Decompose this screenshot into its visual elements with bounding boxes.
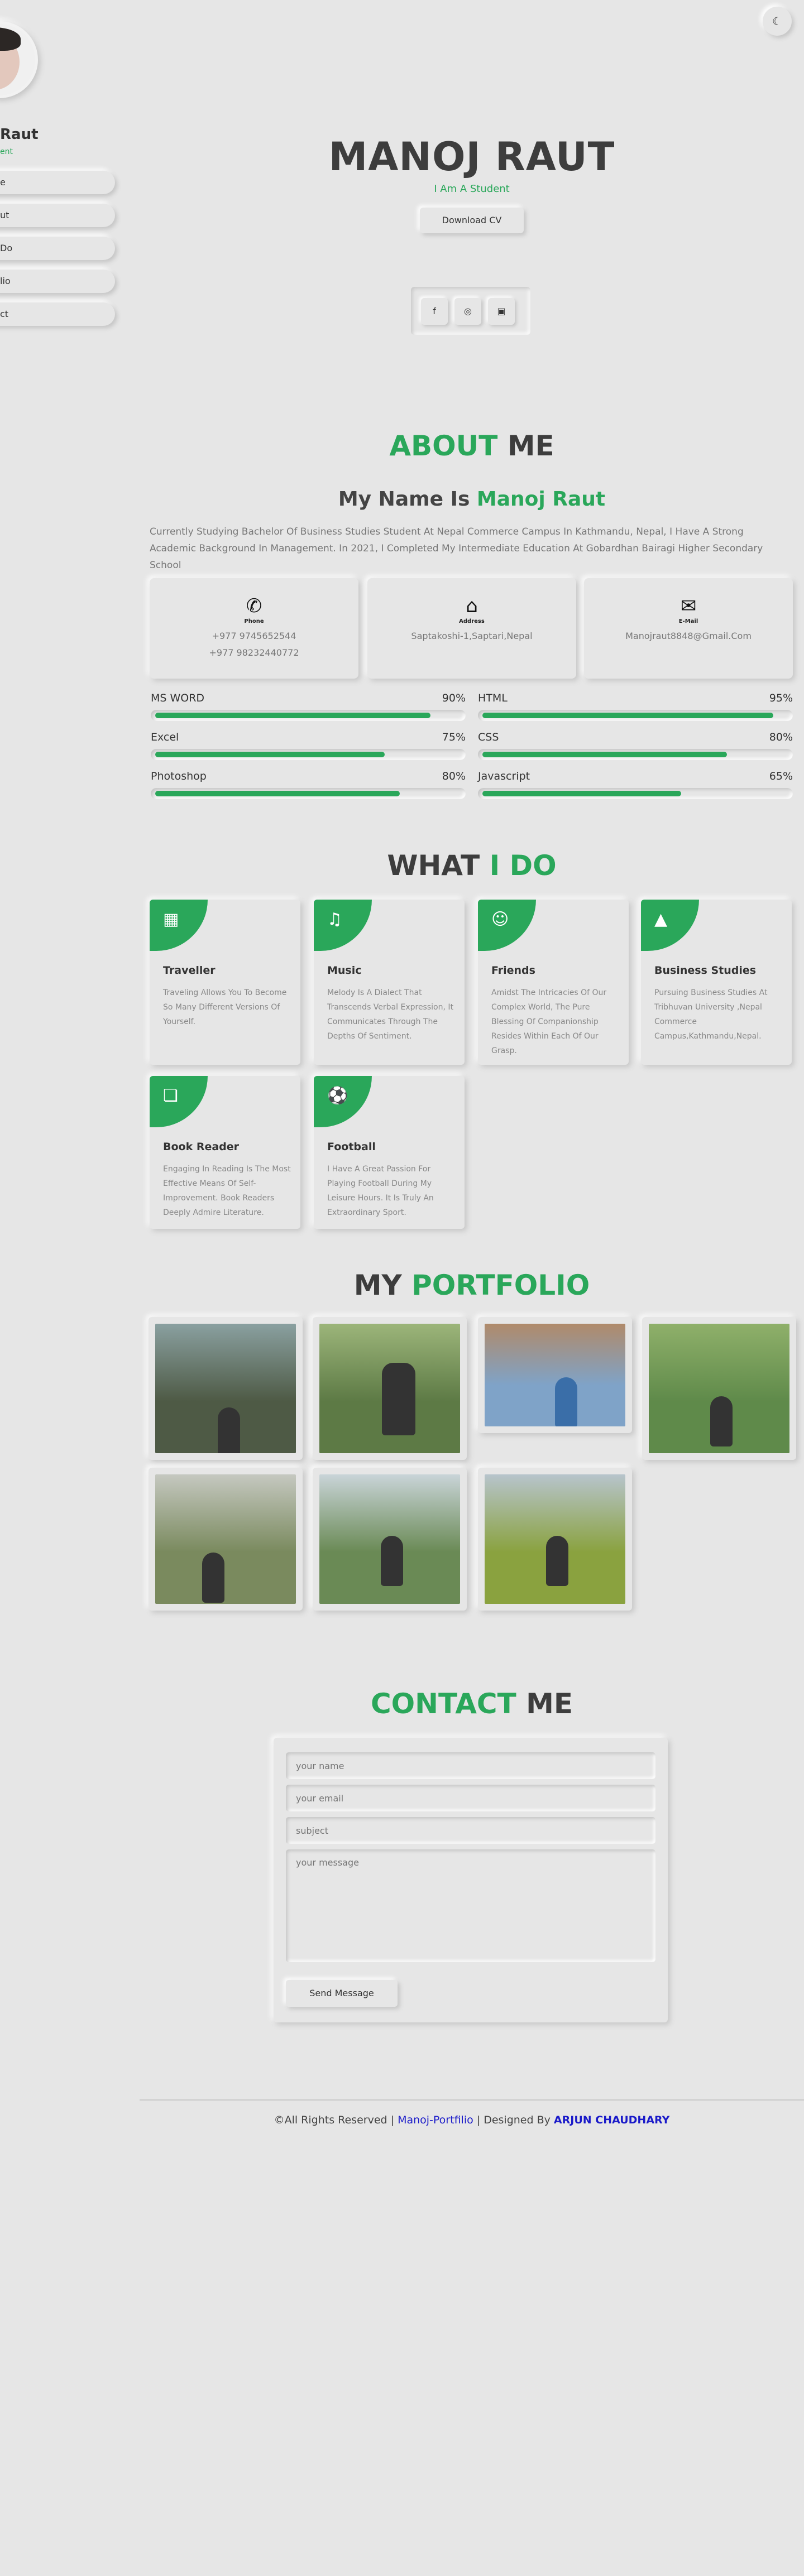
briefcase-icon: ▦ [150,900,208,951]
grass-slope-photo [649,1324,789,1453]
email-label: E-Mail [678,618,698,624]
about-text: Currently Studying Bachelor Of Business … [150,526,763,571]
portfolio-item[interactable] [478,1317,632,1433]
service-card-music: ♫ Music Melody Is A Dialect That Transce… [314,900,465,1065]
book-reader-icon: ❏ [150,1076,208,1127]
skill-photoshop: Photoshop 80% [151,770,466,799]
hill-view-photo [485,1474,625,1604]
skill-bar-fill [155,713,431,718]
email-value: Manojraut8848@Gmail.Com [625,631,752,641]
nav-item-about[interactable]: ut [0,204,115,227]
nav-item-portfolio[interactable]: lio [0,270,115,293]
phone-number-1: +977 9745652544 [212,631,296,641]
portfolio-item[interactable] [478,1468,632,1611]
address-label: Address [459,618,485,624]
sidebar-nav: e ut Do lio ct [0,171,115,335]
skill-javascript: Javascript 65% [478,770,793,799]
subject-input[interactable] [286,1817,655,1844]
skill-css: CSS 80% [478,731,793,760]
social-links: f ◎ ▣ [411,287,530,335]
service-card-traveller: ▦ Traveller Traveling Allows You To Beco… [150,900,300,1065]
skill-bar-fill [482,713,773,718]
footer-portfolio-link[interactable]: Manoj-Portfilio [398,2114,473,2126]
portfolio-item[interactable] [642,1317,796,1460]
phone-card: ✆ Phone +977 9745652544 +977 98232440772 [150,578,358,679]
phone-label: Phone [244,618,264,624]
football-icon: ⚽ [314,1076,372,1127]
email-card: ✉ E-Mail Manojraut8848@Gmail.Com [584,578,793,679]
footer-author-link[interactable]: ARJUN CHAUDHARY [554,2114,669,2126]
about-title: ABOUT ME [389,430,554,462]
message-textarea[interactable] [286,1849,655,1962]
portfolio-item[interactable] [149,1468,303,1611]
service-card-friends: ☺ Friends Amidst The Intricacies Of Our … [478,900,629,1065]
theme-toggle-button[interactable]: ☾ [763,7,792,36]
address-card: ⌂ Address Saptakoshi-1,Saptari,Nepal [367,578,576,679]
skill-bar-fill [155,752,385,757]
portfolio-title: MY PORTFOLIO [353,1269,590,1301]
forest-sitting-photo [319,1324,460,1453]
name-input[interactable] [286,1752,655,1779]
home-icon: ⌂ [466,595,478,617]
skill-bar-fill [482,752,728,757]
footer: ©All Rights Reserved | Manoj-Portfilio |… [274,2114,670,2126]
nav-item-what-i-do[interactable]: Do [0,237,115,260]
avatar [0,21,38,98]
phone-icon: ✆ [246,595,262,617]
address-value: Saptakoshi-1,Saptari,Nepal [411,631,533,641]
hero-name: MANOJ RAUT [328,134,615,180]
email-input[interactable] [286,1785,655,1811]
download-cv-button[interactable]: Download CV [420,208,524,233]
portfolio-item[interactable] [313,1317,467,1460]
about-subtitle: My Name Is Manoj Raut [338,488,606,511]
footer-divider [140,2099,804,2101]
contact-form: Send Message [274,1738,668,2022]
instagram-icon[interactable]: ◎ [454,298,481,325]
contact-title: CONTACT ME [370,1688,573,1720]
skill-html: HTML 95% [478,692,793,721]
mail-icon: ✉ [680,595,697,617]
graduation-cap-icon: ▲ [641,900,699,951]
nav-item-contact[interactable]: ct [0,302,115,326]
moon-icon: ☾ [772,15,782,28]
skill-ms-word: MS WORD 90% [151,692,466,721]
service-card-book-reader: ❏ Book Reader Engaging In Reading Is The… [150,1076,300,1229]
service-card-football: ⚽ Football I Have A Great Passion For Pl… [314,1076,465,1229]
trees-sitting-photo [319,1474,460,1604]
send-message-button[interactable]: Send Message [286,1980,398,2007]
linkedin-icon[interactable]: ▣ [488,298,515,325]
friends-icon: ☺ [478,900,536,951]
hero-role: I Am A Student [434,183,510,195]
what-i-do-title: WHAT I DO [387,849,557,882]
phone-number-2: +977 98232440772 [209,647,299,658]
skill-bar-fill [155,791,400,796]
portfolio-item[interactable] [149,1317,303,1460]
music-icon: ♫ [314,900,372,951]
skill-bar-fill [482,791,682,796]
waterfall-photo [155,1324,296,1453]
facebook-icon[interactable]: f [421,298,448,325]
temple-photo [485,1324,625,1426]
service-card-business-studies: ▲ Business Studies Pursuing Business Stu… [641,900,792,1065]
skill-excel: Excel 75% [151,731,466,760]
sign-board-photo [155,1474,296,1604]
portfolio-item[interactable] [313,1468,467,1611]
